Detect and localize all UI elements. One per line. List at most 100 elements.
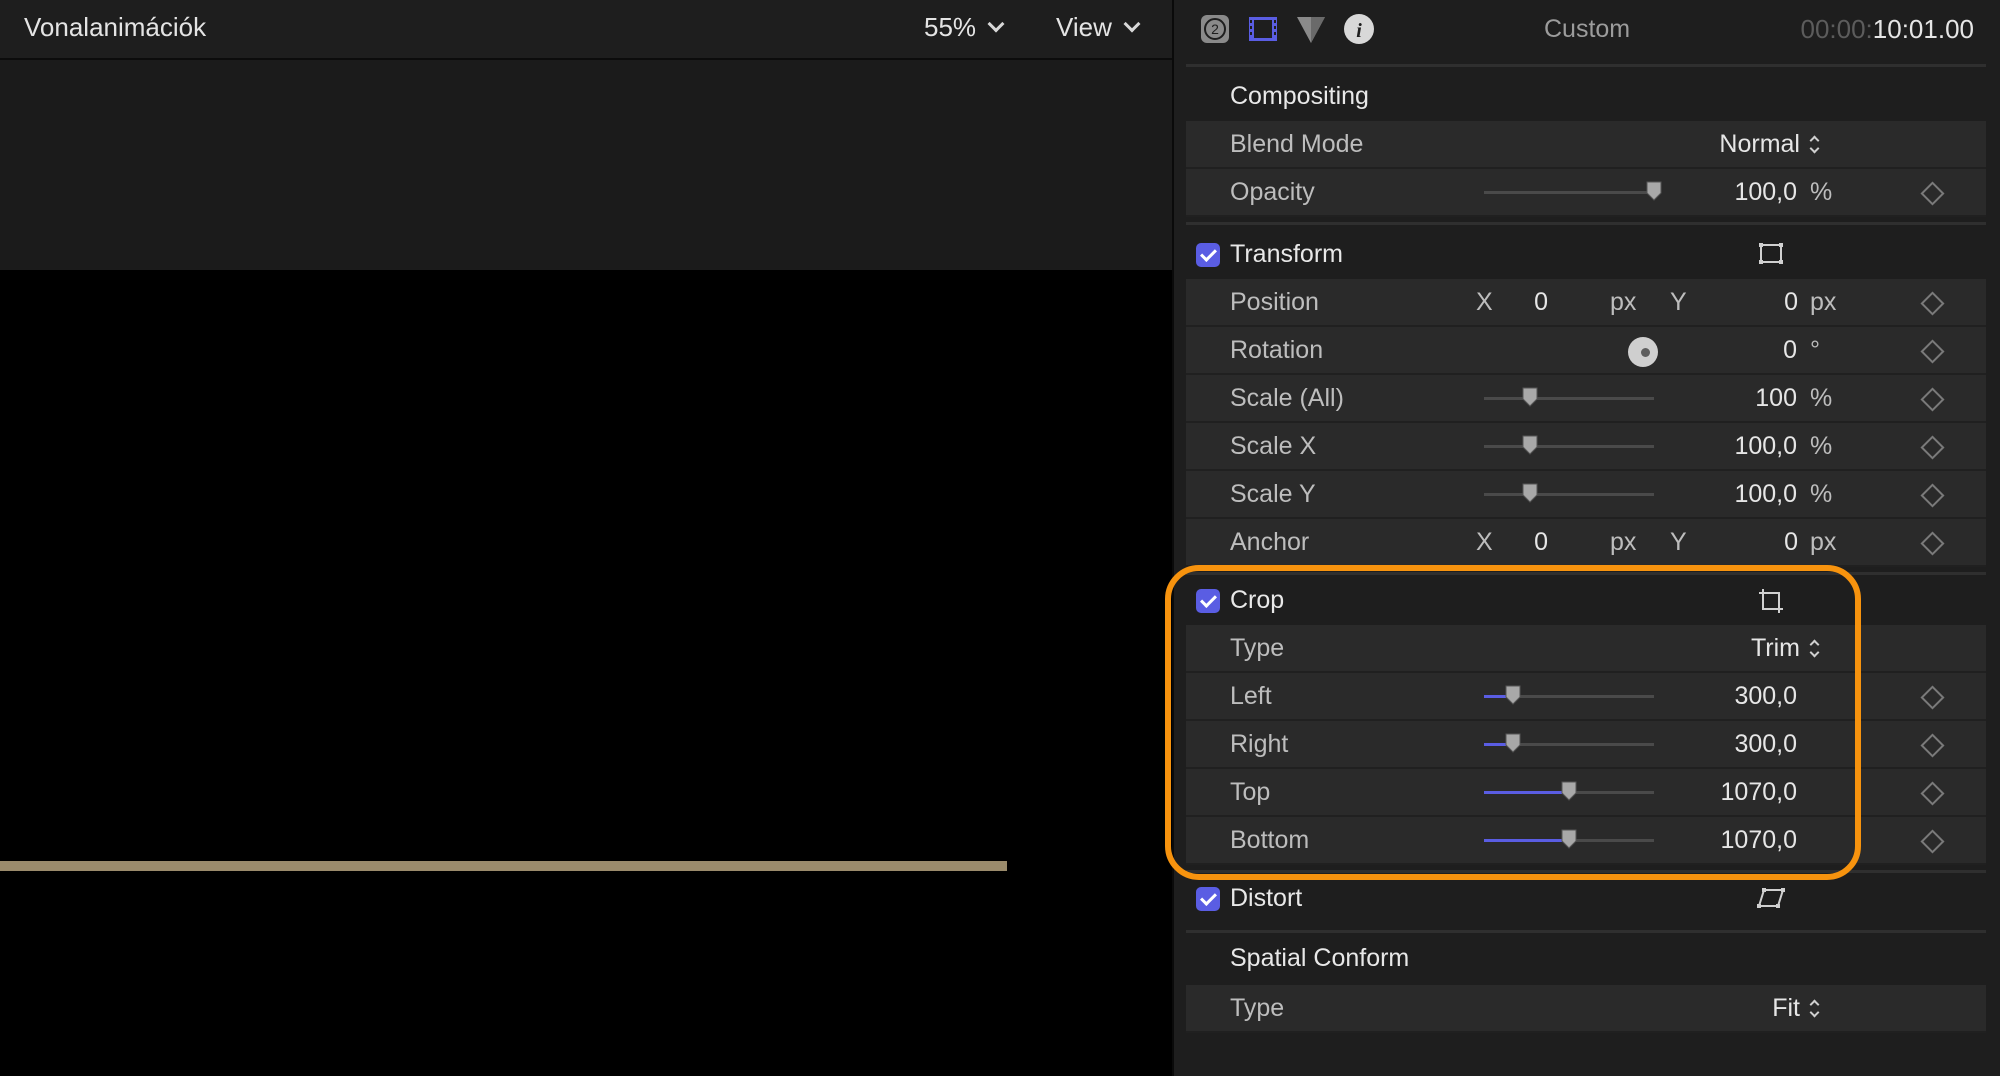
view-menu[interactable]: View (1056, 12, 1141, 43)
keyframe-icon[interactable] (1920, 733, 1945, 758)
transform-onscreen-icon[interactable] (1756, 241, 1786, 267)
keyframe-icon[interactable] (1920, 291, 1945, 316)
keyframe-icon[interactable] (1920, 829, 1945, 854)
info-icon[interactable]: i (1342, 12, 1376, 46)
anchor-y-unit: px (1810, 528, 1837, 556)
viewer-panel: Vonalanimációk 55% View (0, 0, 1172, 1076)
keyframe-icon[interactable] (1920, 483, 1945, 508)
slider-thumb[interactable] (1522, 483, 1538, 503)
svg-text:i: i (1356, 20, 1362, 42)
info-badge-icon[interactable]: 2 (1198, 12, 1232, 46)
up-down-chevron-icon (1808, 999, 1820, 1019)
keyframe-icon[interactable] (1920, 685, 1945, 710)
anchor-label: Anchor (1230, 528, 1310, 556)
position-y-label: Y (1670, 288, 1687, 316)
svg-text:2: 2 (1211, 21, 1219, 37)
scale-x-label: Scale X (1230, 432, 1317, 460)
scale-y-label: Scale Y (1230, 480, 1316, 508)
opacity-unit: % (1810, 178, 1833, 206)
compositing-header: Compositing (1186, 73, 1986, 121)
transform-checkbox[interactable] (1196, 243, 1220, 267)
scale-y-row: Scale Y 100,0 % (1186, 471, 1986, 519)
keyframe-icon[interactable] (1920, 181, 1945, 206)
scale-all-value[interactable]: 100 (1755, 384, 1797, 413)
anchor-y-label: Y (1670, 528, 1687, 556)
scale-x-value[interactable]: 100,0 (1734, 432, 1797, 461)
distort-checkbox[interactable] (1196, 887, 1220, 911)
scale-x-unit: % (1810, 432, 1833, 460)
opacity-label: Opacity (1230, 178, 1315, 206)
rotation-row: Rotation 0 ° (1186, 327, 1986, 375)
blend-mode-row: Blend Mode Normal (1186, 121, 1986, 169)
position-label: Position (1230, 288, 1319, 316)
scale-all-label: Scale (All) (1230, 384, 1344, 412)
keyframe-icon[interactable] (1920, 387, 1945, 412)
slider-thumb[interactable] (1646, 181, 1662, 201)
distort-title: Distort (1230, 884, 1303, 912)
section-separator (1186, 930, 1986, 933)
position-y-value[interactable]: 0 (1738, 288, 1798, 317)
color-inspector-icon[interactable] (1294, 12, 1328, 46)
spatial-conform-title: Spatial Conform (1230, 944, 1410, 972)
distort-onscreen-icon[interactable] (1756, 885, 1786, 911)
slider-thumb[interactable] (1522, 435, 1538, 455)
scale-x-row: Scale X 100,0 % (1186, 423, 1986, 471)
zoom-menu[interactable]: 55% (924, 12, 1005, 43)
rotation-label: Rotation (1230, 336, 1324, 364)
scale-y-value[interactable]: 100,0 (1734, 480, 1797, 509)
project-title: Vonalanimációk (24, 12, 207, 42)
position-x-unit: px (1610, 288, 1637, 316)
line-element (0, 861, 1007, 871)
section-separator (1186, 222, 1986, 225)
anchor-x-value[interactable]: 0 (1488, 528, 1548, 557)
position-y-unit: px (1810, 288, 1837, 316)
scale-all-unit: % (1810, 384, 1833, 412)
rotation-unit: ° (1810, 336, 1820, 364)
position-x-value[interactable]: 0 (1488, 288, 1548, 317)
timecode-value: 10:01.00 (1872, 14, 1974, 44)
keyframe-icon[interactable] (1920, 339, 1945, 364)
blend-mode-label: Blend Mode (1230, 130, 1364, 158)
keyframe-icon[interactable] (1920, 531, 1945, 556)
spatial-conform-header: Spatial Conform (1186, 935, 1986, 983)
keyframe-icon[interactable] (1920, 435, 1945, 460)
position-row: Position X 0 px Y 0 px (1186, 279, 1986, 327)
inspector-panel: 2 i Custom 00:00:10:01.00 Compositing Bl… (1174, 0, 2000, 1076)
compositing-title: Compositing (1230, 82, 1369, 110)
spatial-type-label: Type (1230, 994, 1285, 1022)
scale-y-unit: % (1810, 480, 1833, 508)
scale-x-slider[interactable] (1484, 435, 1654, 455)
keyframe-icon[interactable] (1920, 781, 1945, 806)
scale-all-row: Scale (All) 100 % (1186, 375, 1986, 423)
timecode-leading: 00:00: (1800, 14, 1873, 44)
crop-highlight-annotation (1165, 565, 1861, 880)
chevron-down-icon (987, 15, 1005, 33)
viewer-header: Vonalanimációk 55% View (0, 0, 1172, 60)
scale-y-slider[interactable] (1484, 483, 1654, 503)
blend-mode-value: Normal (1719, 130, 1800, 158)
timecode: 00:00:10:01.00 (1800, 14, 1974, 45)
anchor-y-value[interactable]: 0 (1738, 528, 1798, 557)
opacity-row: Opacity 100,0 % (1186, 169, 1986, 217)
anchor-row: Anchor X 0 px Y 0 px (1186, 519, 1986, 567)
rotation-dial[interactable] (1628, 337, 1658, 367)
transform-title: Transform (1230, 240, 1343, 268)
anchor-x-unit: px (1610, 528, 1637, 556)
header-separator (1186, 64, 1986, 67)
video-frame[interactable] (0, 270, 1172, 1076)
opacity-slider[interactable] (1484, 181, 1662, 201)
distort-header: Distort (1186, 875, 1986, 923)
up-down-chevron-icon (1808, 135, 1820, 155)
spatial-type-row: Type Fit (1186, 985, 1986, 1033)
preset-label: Custom (1544, 15, 1631, 43)
video-inspector-icon[interactable] (1246, 12, 1280, 46)
transform-header: Transform (1186, 231, 1986, 279)
scale-all-slider[interactable] (1484, 387, 1654, 407)
blend-mode-popup[interactable]: Normal (1719, 130, 1820, 159)
spatial-type-value: Fit (1772, 994, 1800, 1022)
opacity-value[interactable]: 100,0 (1734, 178, 1797, 207)
spatial-type-popup[interactable]: Fit (1772, 994, 1820, 1023)
chevron-down-icon (1123, 15, 1141, 33)
slider-thumb[interactable] (1522, 387, 1538, 407)
rotation-value[interactable]: 0 (1783, 336, 1797, 365)
